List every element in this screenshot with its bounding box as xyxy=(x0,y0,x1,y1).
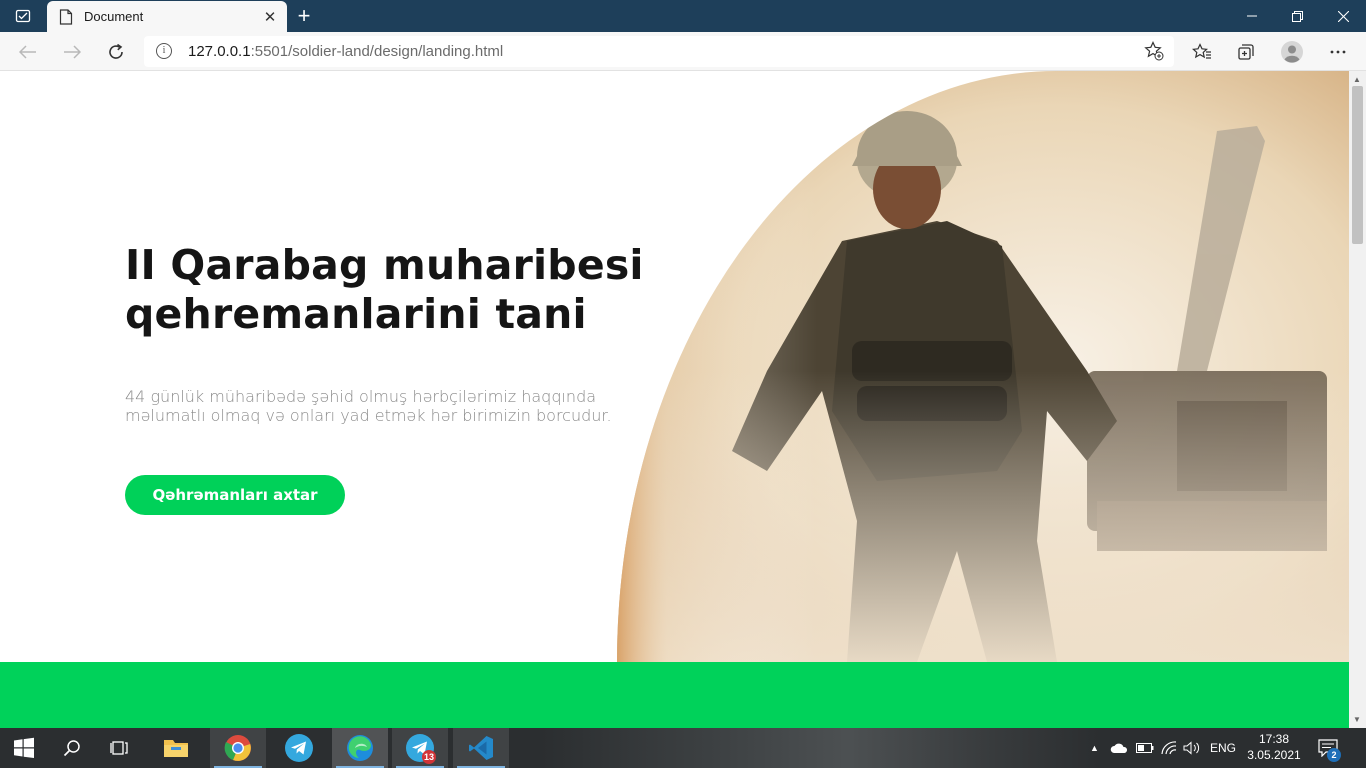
windows-taskbar: 13 ▲ ENG 17:38 3.05.2021 2 xyxy=(0,728,1366,768)
minimize-icon[interactable] xyxy=(1229,0,1275,32)
tab-title: Document xyxy=(84,9,144,24)
vscode-icon[interactable] xyxy=(453,728,509,768)
start-icon[interactable] xyxy=(0,728,48,768)
scroll-down-icon[interactable]: ▼ xyxy=(1353,715,1361,724)
profile-avatar[interactable] xyxy=(1277,37,1307,67)
wifi-icon[interactable] xyxy=(1161,728,1177,768)
clock-time: 17:38 xyxy=(1258,732,1290,746)
telegram-badge: 13 xyxy=(422,750,436,764)
clock-date: 3.05.2021 xyxy=(1247,748,1301,762)
favorites-icon[interactable] xyxy=(1187,37,1217,67)
document-icon xyxy=(59,9,73,25)
page-viewport: II Qarabag muharibesi qehremanlarini tan… xyxy=(0,71,1349,728)
tab-actions-icon[interactable] xyxy=(8,6,38,26)
volume-icon[interactable] xyxy=(1183,728,1201,768)
more-options-icon[interactable] xyxy=(1323,37,1353,67)
hero-title: II Qarabag muharibesi qehremanlarini tan… xyxy=(125,241,644,339)
browser-toolbar: i 127.0.0.1:5501/soldier-land/design/lan… xyxy=(0,32,1366,71)
green-section xyxy=(0,662,1349,728)
site-info-icon[interactable]: i xyxy=(156,43,172,59)
search-heroes-button[interactable]: Qəhrəmanları axtar xyxy=(125,475,345,515)
hero-title-line: II Qarabag muharibesi xyxy=(125,241,644,289)
close-tab-icon[interactable]: ✕ xyxy=(261,8,279,26)
taskbar-background xyxy=(540,728,1100,768)
file-explorer-icon[interactable] xyxy=(152,728,200,768)
hero-subtitle: 44 günlük müharibədə şəhid olmuş hərbçil… xyxy=(125,387,612,425)
telegram-icon[interactable]: 13 xyxy=(392,728,448,768)
search-icon[interactable] xyxy=(48,728,96,768)
close-window-icon[interactable] xyxy=(1320,0,1366,32)
chrome-icon[interactable] xyxy=(210,728,266,768)
collections-icon[interactable] xyxy=(1231,37,1261,67)
vertical-scrollbar[interactable]: ▲ ▼ xyxy=(1349,71,1366,728)
edge-icon[interactable] xyxy=(332,728,388,768)
telegram-icon[interactable] xyxy=(275,728,323,768)
notification-count-badge: 2 xyxy=(1327,748,1341,762)
refresh-icon[interactable] xyxy=(101,37,131,67)
task-view-icon[interactable] xyxy=(96,728,144,768)
soldier-hero-image xyxy=(617,71,1349,662)
onedrive-icon[interactable] xyxy=(1110,728,1128,768)
show-hidden-icons-icon[interactable]: ▲ xyxy=(1090,728,1099,768)
browser-tab[interactable]: Document ✕ xyxy=(47,1,287,32)
hero-title-line: qehremanlarini tani xyxy=(125,290,587,338)
language-indicator[interactable]: ENG xyxy=(1210,728,1236,768)
back-icon[interactable] xyxy=(13,37,43,67)
restore-icon[interactable] xyxy=(1274,0,1320,32)
scroll-up-icon[interactable]: ▲ xyxy=(1353,75,1361,84)
add-favorite-icon[interactable] xyxy=(1144,41,1164,61)
address-bar[interactable]: i 127.0.0.1:5501/soldier-land/design/lan… xyxy=(144,36,1174,67)
new-tab-icon[interactable]: + xyxy=(292,5,316,27)
url-text[interactable]: 127.0.0.1:5501/soldier-land/design/landi… xyxy=(188,43,503,60)
forward-icon[interactable] xyxy=(57,37,87,67)
battery-icon[interactable] xyxy=(1136,728,1154,768)
scroll-thumb[interactable] xyxy=(1352,86,1363,244)
clock[interactable]: 17:38 3.05.2021 xyxy=(1243,731,1305,763)
browser-titlebar: Document ✕ + xyxy=(0,0,1366,32)
